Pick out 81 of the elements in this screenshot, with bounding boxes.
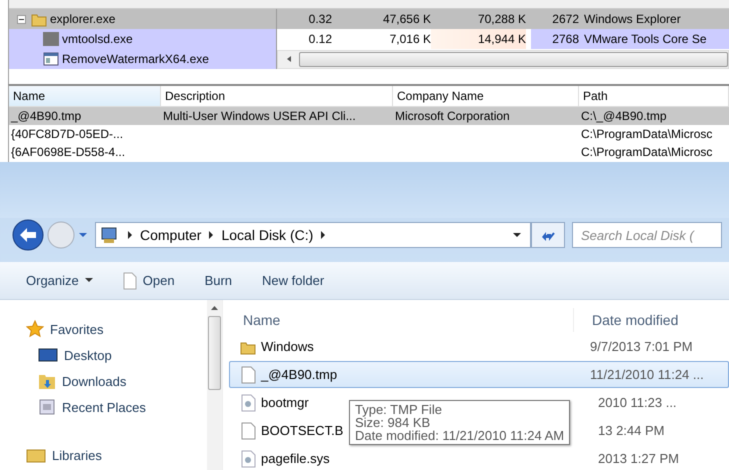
file-name[interactable]: pagefile.sys bbox=[261, 451, 330, 466]
column-header[interactable]: Path bbox=[579, 86, 729, 106]
process-name-cell[interactable]: RemoveWatermarkX64.exe bbox=[9, 49, 277, 69]
system-file-icon bbox=[240, 394, 256, 412]
sidebar-item[interactable]: Desktop bbox=[26, 342, 207, 368]
caret-icon bbox=[84, 278, 93, 284]
table-cell: 14,944 K bbox=[431, 29, 526, 49]
table-cell: C:\ProgramData\Microsc bbox=[581, 145, 712, 159]
table-cell: Multi-User Windows USER API Cli... bbox=[163, 109, 356, 123]
column-header[interactable]: Date modified bbox=[573, 308, 729, 332]
process-name-cell[interactable]: explorer.exe bbox=[9, 9, 277, 29]
vm-icon bbox=[43, 31, 59, 47]
chevron-right-icon bbox=[208, 231, 214, 240]
dropdown-icon bbox=[512, 232, 522, 238]
refresh-button[interactable] bbox=[531, 222, 565, 248]
sidebar-item[interactable]: Downloads bbox=[26, 368, 207, 394]
list-row[interactable]: {6AF0698E-D558-4... C:\ProgramData\Microsc bbox=[9, 143, 729, 161]
table-cell-text: 0.32 bbox=[308, 11, 333, 28]
table-cell: {40FC8D7D-05ED-... bbox=[11, 127, 124, 141]
sidebar-item[interactable]: Recent Places bbox=[26, 394, 207, 420]
back-button[interactable] bbox=[12, 219, 44, 252]
tooltip-text: Size: 984 KB bbox=[355, 416, 432, 429]
column-header[interactable]: Description bbox=[161, 86, 393, 106]
table-cell-text: 47,656 K bbox=[382, 11, 431, 28]
chevron-right-icon bbox=[320, 231, 326, 240]
table-cell-text: 0.12 bbox=[308, 31, 333, 48]
list-row[interactable]: {40FC8D7D-05ED-... C:\ProgramData\Microsc bbox=[9, 125, 729, 143]
organize-menu[interactable]: Organize bbox=[22, 273, 97, 288]
file-date: 2013 1:27 PM bbox=[597, 451, 679, 466]
window-icon bbox=[43, 51, 59, 67]
file-name[interactable]: _@4B90.tmp bbox=[261, 367, 338, 382]
list-row[interactable]: _@4B90.tmp Multi-User Windows USER API Cli... Microsoft Corporation C:\_@4B90.tmp bbox=[9, 107, 729, 125]
monitor-icon bbox=[38, 347, 58, 363]
file-name[interactable]: Windows bbox=[261, 339, 314, 354]
vertical-scrollbar[interactable] bbox=[207, 300, 222, 470]
scroll-up-icon bbox=[211, 306, 218, 310]
file-name[interactable]: bootmgr bbox=[261, 395, 309, 410]
tooltip-text: Type: TMP File bbox=[355, 403, 443, 416]
table-cell-text: 7,016 K bbox=[388, 31, 431, 48]
table-cell-text: Windows Explorer bbox=[584, 11, 682, 28]
table-cell: VMware Tools Core Se bbox=[584, 29, 729, 49]
file-date: 11/21/2010 11:24 ... bbox=[589, 367, 704, 382]
breadcrumb-item[interactable]: Computer bbox=[140, 227, 202, 244]
table-cell: 2768 bbox=[531, 29, 584, 49]
tooltip-text: Date modified: 11/21/2010 11:24 AM bbox=[355, 429, 564, 442]
recent-places-icon bbox=[38, 398, 56, 416]
horizontal-scrollbar[interactable] bbox=[277, 50, 729, 68]
table-cell: {6AF0698E-D558-4... bbox=[11, 145, 126, 159]
file-row[interactable]: _@4B90.tmp 11/21/2010 11:24 ... bbox=[229, 361, 729, 388]
collapse-toggle[interactable] bbox=[17, 14, 26, 24]
file-date: 13 2:44 PM bbox=[597, 423, 664, 438]
table-cell-text: 70,288 K bbox=[476, 11, 526, 28]
table-cell: C:\_@4B90.tmp bbox=[581, 109, 667, 123]
toolbar-button[interactable]: Open bbox=[118, 272, 179, 290]
history-dropdown-icon bbox=[78, 231, 88, 240]
sidebar-item[interactable]: Favorites bbox=[26, 316, 207, 342]
document-icon bbox=[122, 272, 137, 290]
table-cell: C:\ProgramData\Microsc bbox=[581, 127, 712, 141]
sidebar-item[interactable]: Libraries bbox=[26, 442, 207, 468]
column-header[interactable]: Name bbox=[9, 86, 161, 106]
table-cell-text: 2672 bbox=[551, 11, 580, 28]
download-folder-icon bbox=[38, 372, 56, 390]
address-bar[interactable]: Computer Local Disk (C:) bbox=[95, 222, 531, 248]
column-header[interactable]: Company Name bbox=[393, 86, 579, 106]
file-date: 2010 11:23 ... bbox=[597, 395, 677, 410]
toolbar-button[interactable]: Burn bbox=[200, 273, 236, 288]
system-file-icon bbox=[240, 450, 256, 468]
table-cell: _@4B90.tmp bbox=[11, 109, 82, 123]
file-name[interactable]: BOOTSECT.B bbox=[261, 423, 344, 438]
table-cell: Microsoft Corporation bbox=[395, 109, 510, 123]
document-icon bbox=[240, 366, 256, 384]
document-icon bbox=[240, 422, 256, 440]
column-header[interactable]: Name bbox=[229, 308, 573, 332]
star-icon bbox=[26, 320, 44, 338]
toolbar-button[interactable]: New folder bbox=[258, 273, 328, 288]
libraries-icon bbox=[26, 447, 46, 463]
process-name-cell[interactable]: vmtoolsd.exe bbox=[9, 29, 277, 49]
breadcrumb-item[interactable]: Local Disk (C:) bbox=[221, 227, 314, 244]
chevron-right-icon bbox=[127, 231, 133, 240]
search-field[interactable]: Search Local Disk ( bbox=[572, 222, 722, 248]
file-date: 9/7/2013 7:01 PM bbox=[589, 339, 693, 354]
